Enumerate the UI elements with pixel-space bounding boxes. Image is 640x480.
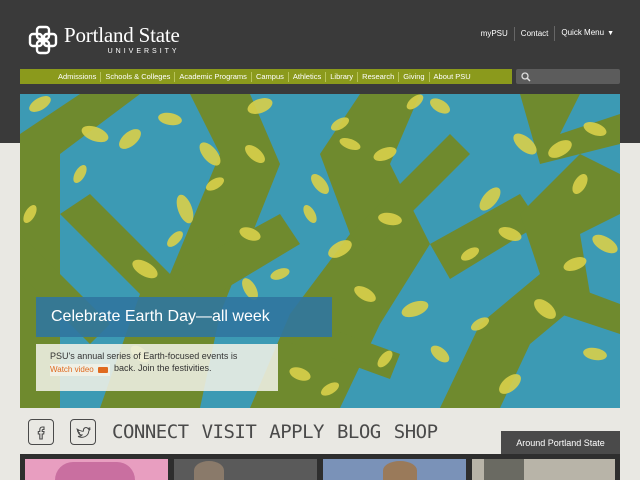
brand-name: Portland State [64, 23, 180, 47]
mypsu-link[interactable]: myPSU [475, 27, 514, 41]
hero-title: Celebrate Earth Day—all week [51, 308, 270, 325]
main-nav: Admissions Schools & Colleges Academic P… [20, 69, 512, 84]
video-camera-icon [97, 367, 108, 373]
quick-menu-label: Quick Menu [561, 28, 605, 37]
utility-nav: myPSU Contact Quick Menu ▼ [475, 26, 620, 41]
hero-title-box[interactable]: Celebrate Earth Day—all week [36, 297, 332, 337]
thumbnail-image[interactable] [174, 459, 317, 480]
search-icon[interactable] [521, 71, 531, 82]
brand-sub: UNIVERSITY [107, 48, 180, 55]
hero-banner[interactable]: PSU's annual series of Earth-focused eve… [20, 94, 620, 408]
nav-item-research[interactable]: Research [357, 71, 398, 82]
connect-link[interactable]: CONNECT [112, 421, 189, 443]
search-box [516, 69, 620, 84]
nav-item-academic-programs[interactable]: Academic Programs [174, 71, 251, 82]
facebook-icon[interactable] [28, 419, 54, 445]
thumbnail-image[interactable] [323, 459, 466, 480]
apply-link[interactable]: APPLY [269, 421, 324, 443]
thumbnail-image[interactable] [472, 459, 615, 480]
quick-menu-button[interactable]: Quick Menu ▼ [554, 26, 620, 41]
search-input[interactable] [534, 72, 614, 81]
site-logo[interactable]: Portland State UNIVERSITY [28, 24, 180, 56]
thumbnail-strip [20, 454, 620, 480]
visit-link[interactable]: VISIT [202, 421, 257, 443]
contact-link[interactable]: Contact [513, 26, 555, 41]
shop-link[interactable]: SHOP [394, 421, 438, 443]
hero-description-box: PSU's annual series of Earth-focused eve… [36, 344, 278, 391]
around-label: Around Portland State [516, 437, 605, 448]
chevron-down-icon: ▼ [607, 30, 614, 37]
watch-video-label: Watch video [50, 365, 94, 374]
nav-item-library[interactable]: Library [325, 71, 357, 82]
psu-knot-logo-icon [28, 25, 58, 55]
nav-item-schools[interactable]: Schools & Colleges [100, 71, 174, 82]
thumbnail-image[interactable] [25, 459, 168, 480]
blog-link[interactable]: BLOG [337, 421, 381, 443]
nav-item-admissions[interactable]: Admissions [54, 72, 100, 82]
nav-item-athletics[interactable]: Athletics [287, 71, 325, 82]
cta-bar: CONNECT VISIT APPLY BLOG SHOP [28, 417, 451, 447]
nav-item-giving[interactable]: Giving [398, 71, 428, 82]
watch-video-link[interactable]: Watch video [50, 364, 110, 376]
around-portland-state-tab[interactable]: Around Portland State [501, 431, 620, 454]
nav-item-about[interactable]: About PSU [428, 71, 475, 82]
twitter-icon[interactable] [70, 419, 96, 445]
nav-item-campus[interactable]: Campus [250, 71, 288, 82]
hero-description-line-1: PSU's annual series of Earth-focused eve… [50, 351, 238, 361]
